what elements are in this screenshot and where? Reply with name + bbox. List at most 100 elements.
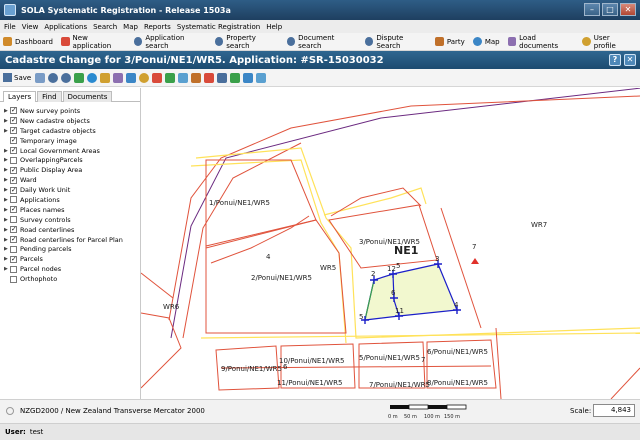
layer-checkbox[interactable] [10,275,17,283]
layer-item[interactable]: ▶ ✓ Ward [4,175,140,185]
property-search-button[interactable]: Property search [214,34,279,50]
menu-search[interactable]: Search [93,23,117,31]
split-icon[interactable] [178,72,189,83]
layer-item[interactable]: ▶ ✓ Places names [4,205,140,215]
header-icons: ? ✕ [609,54,636,66]
status-bar: NZGD2000 / New Zealand Transverse Mercat… [0,399,640,423]
tab-documents[interactable]: Documents [62,91,113,102]
load-documents-icon [507,37,517,46]
tab-find[interactable]: Find [37,91,62,102]
layer-item[interactable]: ▶ ✓ New survey points [4,106,140,116]
parcel-line [141,272,174,299]
measure-icon[interactable] [126,72,137,83]
layer-checkbox[interactable]: ✓ [10,147,17,154]
draw-icon[interactable] [100,72,111,83]
layer-checkbox[interactable]: ✓ [10,236,17,244]
layer-checkbox[interactable]: ✓ [10,127,17,135]
menu-file[interactable]: File [4,23,16,31]
dashboard-button[interactable]: Dashboard [3,37,53,46]
add-node-icon[interactable] [139,72,150,83]
print-icon[interactable] [256,72,267,83]
edit-icon[interactable] [191,72,202,83]
search-icon [286,37,296,46]
layer-checkbox[interactable]: ✓ [10,176,17,184]
menu-map[interactable]: Map [123,23,138,31]
layer-checkbox[interactable]: ✓ [10,166,17,174]
layer-item[interactable]: ▶ Pending parcels [4,244,140,254]
new-application-icon [60,37,70,46]
layer-checkbox[interactable]: ✓ [10,186,17,194]
layer-item[interactable]: ▶ ✓ New cadastre objects [4,116,140,126]
layer-checkbox[interactable] [10,156,17,164]
remove-node-icon[interactable] [152,72,163,83]
application-search-button[interactable]: Application search [133,34,207,50]
zoom-out-icon[interactable] [61,72,72,83]
layer-checkbox[interactable] [10,196,17,204]
load-documents-button[interactable]: Load documents [507,34,575,50]
close-panel-icon[interactable]: ✕ [624,54,636,66]
layer-item[interactable]: ▶ ✓ Road centerlines [4,225,140,235]
parcel-label: 1/Ponui/NE1/WR5 [209,199,270,207]
vertex-icon[interactable] [217,72,228,83]
layer-list: ▶ ✓ New survey points ▶ ✓ New cadastre object… [0,102,140,284]
layer-item[interactable]: ▶ ✓ Local Government Areas [4,146,140,156]
maximize-icon[interactable]: □ [602,3,618,16]
layer-label: Pending parcels [20,245,72,254]
layer-item[interactable]: ▶ OverlappingParcels [4,155,140,165]
layer-item[interactable]: ▶ Survey controls [4,215,140,225]
image-icon[interactable] [243,72,254,83]
node-label: 4 [454,301,459,309]
layer-checkbox[interactable]: ✓ [10,226,17,234]
window-titlebar: SOLA Systematic Registration - Release 1… [0,0,640,20]
layer-checkbox[interactable]: ✓ [10,117,17,125]
layer-checkbox[interactable]: ✓ [10,255,17,263]
tab-layers[interactable]: Layers [3,91,37,102]
main-toolbar: Dashboard New application Application se… [0,33,640,51]
select-icon[interactable] [113,72,124,83]
layer-item[interactable]: ▶ ✓ Daily Work Unit [4,185,140,195]
parcel-label: 11/Ponui/NE1/WR5 [277,379,342,387]
layer-item[interactable]: ▶ ✓ Public Display Area [4,165,140,175]
full-extent-icon[interactable] [74,72,85,83]
new-application-button[interactable]: New application [60,34,126,50]
info-icon[interactable] [87,72,98,83]
layer-checkbox[interactable]: ✓ [10,206,17,214]
move-node-icon[interactable] [165,72,176,83]
layer-item[interactable]: Orthophoto [4,274,140,284]
parcel-3 [328,204,438,269]
map-canvas[interactable]: 1/Ponui/NE1/WR5 4 2/Ponui/NE1/WR5 WR5 3/… [141,88,640,399]
marker-7[interactable] [471,258,479,264]
scale-input[interactable]: 4,843 [593,404,635,417]
zoom-in-icon[interactable] [48,72,59,83]
dispute-search-button[interactable]: Dispute Search [364,34,427,50]
layer-item[interactable]: ▶ ✓ Target cadastre objects [4,126,140,136]
layer-checkbox[interactable] [10,245,17,253]
map-button[interactable]: Map [472,37,500,46]
minimize-icon[interactable]: – [584,3,600,16]
map-view[interactable]: 1/Ponui/NE1/WR5 4 2/Ponui/NE1/WR5 WR5 3/… [141,88,640,399]
layer-item[interactable]: ✓ Temporary image [4,136,140,146]
help-icon[interactable]: ? [609,54,621,66]
menu-reports[interactable]: Reports [144,23,171,31]
close-icon[interactable]: ✕ [620,3,636,16]
menu-view[interactable]: View [22,23,39,31]
layer-item[interactable]: ▶ Applications [4,195,140,205]
party-button[interactable]: Party [434,37,465,46]
layer-checkbox[interactable]: ✓ [10,137,17,145]
save-button[interactable]: Save [3,73,31,82]
menu-help[interactable]: Help [266,23,282,31]
layer-item[interactable]: ▶ ✓ Parcels [4,254,140,264]
snap-icon[interactable] [230,72,241,83]
menu-applications[interactable]: Applications [44,23,87,31]
layer-checkbox[interactable] [10,216,17,224]
layer-checkbox[interactable] [10,265,17,273]
merge-icon[interactable] [204,72,215,83]
layer-checkbox[interactable]: ✓ [10,107,17,115]
user-profile-button[interactable]: User profile [582,34,632,50]
parcel-label: 2/Ponui/NE1/WR5 [251,274,312,282]
pan-icon[interactable] [35,72,46,83]
document-search-button[interactable]: Document search [286,34,357,50]
menu-systematic-registration[interactable]: Systematic Registration [177,23,260,31]
layer-item[interactable]: ▶ ✓ Road centerlines for Parcel Plan [4,235,140,245]
layer-item[interactable]: ▶ Parcel nodes [4,264,140,274]
